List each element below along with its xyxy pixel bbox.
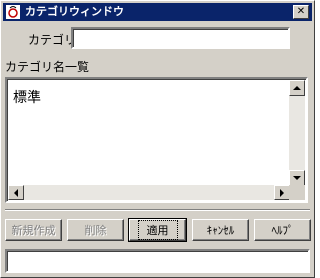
cancel-button[interactable]: ｷｬﾝｾﾙ: [192, 219, 249, 241]
scroll-down-button[interactable]: [289, 170, 305, 186]
list-item[interactable]: 標準: [13, 87, 41, 107]
arrow-right-icon: [280, 188, 284, 197]
arrow-down-icon: [293, 176, 301, 180]
category-list-label: カテゴリ名一覧: [5, 60, 90, 74]
scroll-up-button[interactable]: [289, 80, 305, 96]
close-button[interactable]: ✕: [293, 5, 309, 19]
new-button[interactable]: 新規作成: [5, 219, 62, 241]
scroll-corner: [289, 185, 305, 200]
horizontal-scrollbar[interactable]: [8, 185, 290, 200]
window-title: カテゴリウィンドウ: [25, 5, 124, 18]
close-icon: ✕: [296, 6, 306, 17]
category-window: カテゴリウィンドウ ✕ カテゴリ名 カテゴリ名一覧 標準 新規作成 削除 適用 …: [0, 0, 315, 278]
scroll-left-button[interactable]: [8, 185, 24, 200]
apply-button[interactable]: 適用: [128, 218, 187, 242]
category-listbox[interactable]: 標準: [5, 77, 308, 203]
scroll-right-button[interactable]: [274, 185, 290, 200]
help-button[interactable]: ﾍﾙﾌﾟ: [254, 219, 311, 241]
status-bar: [5, 249, 310, 273]
vertical-scrollbar[interactable]: [289, 80, 305, 186]
category-name-input[interactable]: [71, 27, 290, 49]
delete-button[interactable]: 削除: [67, 219, 124, 241]
separator: [5, 209, 310, 211]
arrow-left-icon: [14, 188, 18, 197]
arrow-up-icon: [293, 86, 301, 90]
title-bar[interactable]: カテゴリウィンドウ ✕: [3, 3, 312, 21]
app-icon: [6, 5, 20, 19]
apply-button-label: 適用: [137, 220, 178, 240]
